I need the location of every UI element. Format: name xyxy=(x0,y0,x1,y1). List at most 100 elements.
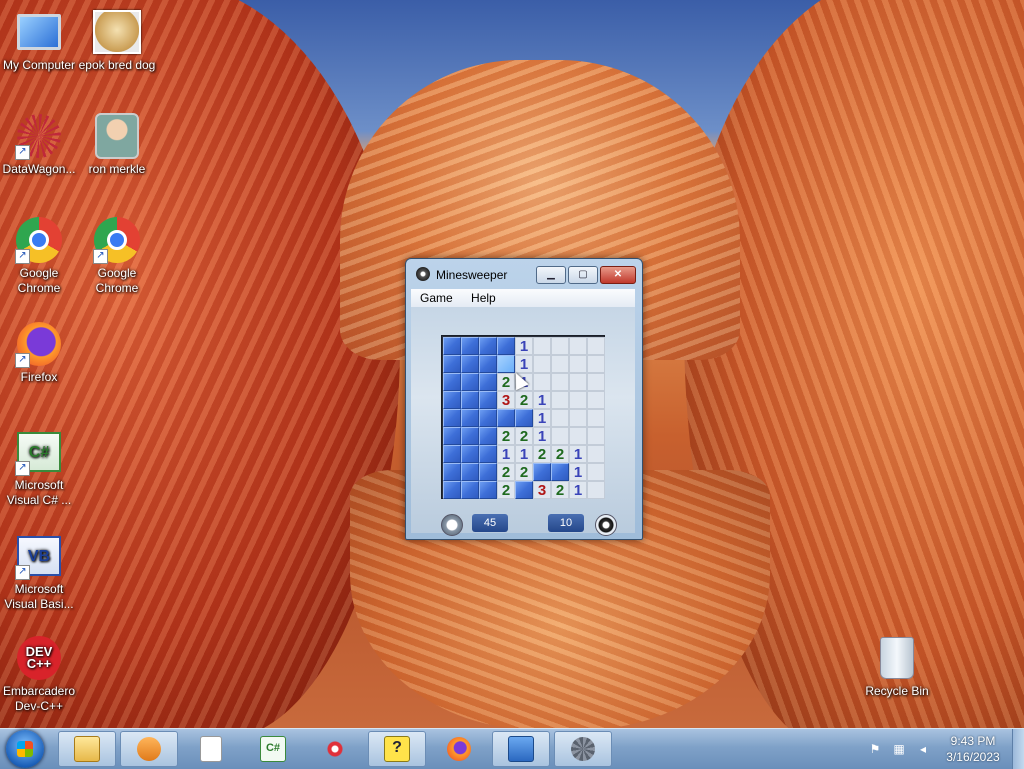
number-cell[interactable]: 2 xyxy=(533,445,551,463)
hovered-covered-cell[interactable] xyxy=(497,355,515,373)
volume-icon[interactable]: ◂ xyxy=(916,742,930,756)
number-cell[interactable]: 1 xyxy=(533,391,551,409)
number-cell[interactable]: 1 xyxy=(533,427,551,445)
covered-cell[interactable] xyxy=(443,373,461,391)
desktop-icon-firefox[interactable]: ↗ Firefox xyxy=(0,320,78,385)
number-cell[interactable]: 1 xyxy=(569,481,587,499)
desktop-icon-google-chrome[interactable]: ↗ Google Chrome xyxy=(0,216,78,296)
empty-cell[interactable] xyxy=(587,409,605,427)
start-button[interactable] xyxy=(6,730,44,768)
desktop-icon-recycle-bin[interactable]: Recycle Bin xyxy=(858,634,936,699)
menu-game[interactable]: Game xyxy=(420,291,453,305)
empty-cell[interactable] xyxy=(551,409,569,427)
number-cell[interactable]: 2 xyxy=(497,427,515,445)
covered-cell[interactable] xyxy=(443,427,461,445)
covered-cell[interactable] xyxy=(461,463,479,481)
empty-cell[interactable] xyxy=(587,391,605,409)
covered-cell[interactable] xyxy=(533,463,551,481)
mine-field[interactable]: 11213211221112212212321 xyxy=(441,335,605,499)
empty-cell[interactable] xyxy=(533,373,551,391)
covered-cell[interactable] xyxy=(479,481,497,499)
covered-cell[interactable] xyxy=(479,337,497,355)
taskbar-media-center[interactable] xyxy=(120,731,178,767)
covered-cell[interactable] xyxy=(461,337,479,355)
number-cell[interactable]: 2 xyxy=(497,481,515,499)
desktop-icon-visual-csharp[interactable]: C# ↗ Microsoft Visual C# ... xyxy=(0,428,78,508)
empty-cell[interactable] xyxy=(569,391,587,409)
empty-cell[interactable] xyxy=(551,373,569,391)
covered-cell[interactable] xyxy=(443,409,461,427)
empty-cell[interactable] xyxy=(587,355,605,373)
empty-cell[interactable] xyxy=(551,427,569,445)
covered-cell[interactable] xyxy=(497,337,515,355)
action-center-flag-icon[interactable]: ⚑ xyxy=(868,742,882,756)
covered-cell[interactable] xyxy=(479,445,497,463)
number-cell[interactable]: 2 xyxy=(497,463,515,481)
covered-cell[interactable] xyxy=(515,409,533,427)
empty-cell[interactable] xyxy=(533,355,551,373)
show-desktop-button[interactable] xyxy=(1012,729,1024,769)
empty-cell[interactable] xyxy=(587,445,605,463)
number-cell[interactable]: 1 xyxy=(569,463,587,481)
covered-cell[interactable] xyxy=(443,391,461,409)
empty-cell[interactable] xyxy=(533,337,551,355)
menu-help[interactable]: Help xyxy=(471,291,496,305)
network-icon[interactable]: ▦ xyxy=(892,742,906,756)
covered-cell[interactable] xyxy=(551,463,569,481)
number-cell[interactable]: 2 xyxy=(551,445,569,463)
minesweeper-window[interactable]: Minesweeper ▁ ▢ ✕ Game Help 112132112211… xyxy=(405,258,643,540)
number-cell[interactable]: 2 xyxy=(515,463,533,481)
maximize-button[interactable]: ▢ xyxy=(568,266,598,284)
covered-cell[interactable] xyxy=(479,391,497,409)
number-cell[interactable]: 1 xyxy=(515,355,533,373)
taskbar-blank-document[interactable] xyxy=(182,731,240,767)
empty-cell[interactable] xyxy=(569,427,587,445)
number-cell[interactable]: 2 xyxy=(515,427,533,445)
empty-cell[interactable] xyxy=(551,391,569,409)
covered-cell[interactable] xyxy=(443,445,461,463)
desktop-icon-google-chrome-2[interactable]: ↗ Google Chrome xyxy=(78,216,156,296)
covered-cell[interactable] xyxy=(443,463,461,481)
taskbar-visual-csharp[interactable]: C# xyxy=(244,731,302,767)
empty-cell[interactable] xyxy=(551,337,569,355)
number-cell[interactable]: 1 xyxy=(515,445,533,463)
empty-cell[interactable] xyxy=(587,463,605,481)
empty-cell[interactable] xyxy=(587,481,605,499)
clock[interactable]: 9:43 PM 3/16/2023 xyxy=(940,733,1006,765)
taskbar-snipping-tool[interactable] xyxy=(306,731,364,767)
number-cell[interactable]: 1 xyxy=(497,445,515,463)
covered-cell[interactable] xyxy=(461,445,479,463)
title-bar[interactable]: Minesweeper ▁ ▢ ✕ xyxy=(406,259,642,289)
covered-cell[interactable] xyxy=(443,481,461,499)
taskbar-windows-explorer[interactable] xyxy=(58,731,116,767)
covered-cell[interactable] xyxy=(443,337,461,355)
desktop-icon-devcpp[interactable]: DEV C++ Embarcadero Dev-C++ xyxy=(0,634,78,714)
number-cell[interactable]: 2 xyxy=(515,391,533,409)
minimize-button[interactable]: ▁ xyxy=(536,266,566,284)
empty-cell[interactable] xyxy=(587,337,605,355)
covered-cell[interactable] xyxy=(461,481,479,499)
empty-cell[interactable] xyxy=(569,337,587,355)
taskbar-help-and-support[interactable]: ? xyxy=(368,731,426,767)
covered-cell[interactable] xyxy=(461,427,479,445)
empty-cell[interactable] xyxy=(569,409,587,427)
empty-cell[interactable] xyxy=(587,373,605,391)
covered-cell[interactable] xyxy=(479,355,497,373)
number-cell[interactable]: 3 xyxy=(533,481,551,499)
covered-cell[interactable] xyxy=(461,409,479,427)
desktop-icon-visual-basic[interactable]: VB ↗ Microsoft Visual Basi... xyxy=(0,532,78,612)
empty-cell[interactable] xyxy=(569,373,587,391)
close-button[interactable]: ✕ xyxy=(600,266,636,284)
empty-cell[interactable] xyxy=(551,355,569,373)
empty-cell[interactable] xyxy=(569,355,587,373)
number-cell[interactable]: 3 xyxy=(497,391,515,409)
taskbar-firefox[interactable] xyxy=(430,731,488,767)
covered-cell[interactable] xyxy=(479,463,497,481)
number-cell[interactable]: 1 xyxy=(533,409,551,427)
desktop-icon-datawagon[interactable]: ↗ DataWagon... xyxy=(0,112,78,177)
taskbar-control-panel[interactable] xyxy=(492,731,550,767)
covered-cell[interactable] xyxy=(461,391,479,409)
desktop-icon-ron-merkle[interactable]: ron merkle xyxy=(78,112,156,177)
desktop-icon-my-computer[interactable]: My Computer xyxy=(0,8,78,73)
covered-cell[interactable] xyxy=(461,373,479,391)
